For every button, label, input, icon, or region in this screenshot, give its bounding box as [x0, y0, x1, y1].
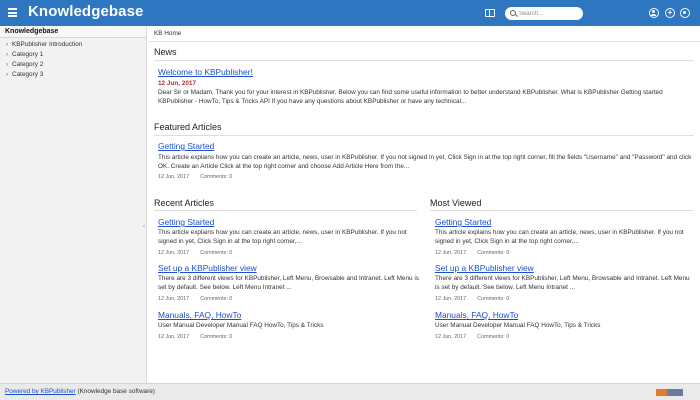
- featured-meta: 12 Jun, 2017 Comments: 0: [158, 174, 232, 180]
- recent-item-title-link[interactable]: Set up a KBPublisher view: [158, 263, 257, 273]
- footer: Powered by KBPublisher (Knowledge base s…: [0, 383, 700, 400]
- sidebar-item-label: Category 1: [12, 51, 44, 58]
- gear-icon[interactable]: [680, 8, 690, 18]
- news-title-link[interactable]: Welcome to KBPublisher!: [158, 67, 253, 77]
- recent-item-body: User Manual Developer Manual FAQ HowTo, …: [158, 322, 324, 329]
- sidebar-item-category-1[interactable]: › Category 1: [0, 50, 146, 60]
- most-viewed-item-title-link[interactable]: Getting Started: [435, 217, 491, 227]
- sidebar-item-label: Category 2: [12, 61, 44, 68]
- most-viewed-item-body: There are 3 different views for KBPublis…: [435, 275, 690, 291]
- article-comments: Comments: 0: [200, 296, 233, 302]
- sidebar-item-category-2[interactable]: › Category 2: [0, 60, 146, 70]
- divider: [430, 210, 693, 211]
- recent-heading: Recent Articles: [154, 198, 215, 208]
- most-viewed-item-meta: 12 Jun, 2017 Comments: 0: [435, 296, 509, 302]
- book-icon[interactable]: [485, 9, 495, 17]
- article-date: 12 Jun, 2017: [158, 296, 190, 302]
- divider: [154, 60, 694, 61]
- article-date: 12 Jun, 2017: [158, 250, 190, 256]
- divider: [154, 210, 417, 211]
- breadcrumb[interactable]: KB Home: [154, 30, 181, 37]
- recent-item-meta: 12 Jun, 2017 Comments: 0: [158, 296, 232, 302]
- search-icon[interactable]: [510, 10, 516, 16]
- recent-item-body: There are 3 different views for KBPublis…: [158, 275, 419, 291]
- recent-item-body: This article explains how you can create…: [158, 229, 407, 245]
- top-bar: Knowledgebase +: [0, 0, 700, 26]
- article-comments: Comments: 0: [477, 250, 510, 256]
- rss-badge-icon[interactable]: [656, 389, 683, 396]
- sidebar-collapse-icon[interactable]: ‹: [143, 224, 145, 230]
- search-box[interactable]: [505, 7, 583, 20]
- sidebar-item-label: Category 3: [12, 71, 44, 78]
- most-viewed-item-meta: 12 Jun, 2017 Comments: 0: [435, 334, 509, 340]
- article-date: 12 Jun, 2017: [435, 296, 467, 302]
- article-comments: Comments: 0: [477, 334, 510, 340]
- news-body: Dear Sir or Madam, Thank you for your in…: [158, 89, 663, 105]
- sidebar-item-kbpublisher-introduction[interactable]: › KBPublisher Introduction: [0, 40, 146, 50]
- app-title[interactable]: Knowledgebase: [28, 3, 144, 20]
- recent-item-meta: 12 Jun, 2017 Comments: 0: [158, 250, 232, 256]
- most-viewed-heading: Most Viewed: [430, 198, 482, 208]
- divider: [148, 41, 700, 42]
- article-comments: Comments: 0: [200, 250, 233, 256]
- recent-item-title-link[interactable]: Getting Started: [158, 217, 214, 227]
- powered-by-link[interactable]: Powered by KBPublisher: [5, 388, 76, 395]
- featured-heading: Featured Articles: [154, 122, 222, 132]
- footer-text: Powered by KBPublisher (Knowledge base s…: [5, 388, 155, 395]
- divider: [154, 135, 694, 136]
- article-date: 12 Jun, 2017: [435, 250, 467, 256]
- plus-icon[interactable]: +: [665, 8, 675, 18]
- most-viewed-item-title-link[interactable]: Manuals, FAQ, HowTo: [435, 310, 518, 320]
- news-date: 12 Jun, 2017: [158, 80, 197, 87]
- search-input[interactable]: [519, 7, 581, 20]
- featured-body: This article explains how you can create…: [158, 154, 692, 170]
- most-viewed-item-body: User Manual Developer Manual FAQ HowTo, …: [435, 322, 601, 329]
- recent-item-meta: 12 Jun, 2017 Comments: 0: [158, 334, 232, 340]
- article-comments: Comments: 0: [477, 296, 510, 302]
- most-viewed-item-meta: 12 Jun, 2017 Comments: 0: [435, 250, 509, 256]
- most-viewed-item-body: This article explains how you can create…: [435, 229, 684, 245]
- sidebar-list: › KBPublisher Introduction › Category 1 › C…: [0, 38, 146, 80]
- sidebar-item-label: KBPublisher Introduction: [12, 41, 83, 48]
- sidebar-title: Knowledgebase: [0, 26, 146, 38]
- recent-item-title-link[interactable]: Manuals, FAQ, HowTo: [158, 310, 241, 320]
- featured-title-link[interactable]: Getting Started: [158, 141, 214, 151]
- article-date: 12 Jun, 2017: [158, 334, 190, 340]
- menu-icon[interactable]: [8, 8, 17, 17]
- most-viewed-item-title-link[interactable]: Set up a KBPublisher view: [435, 263, 534, 273]
- article-date: 12 Jun, 2017: [435, 334, 467, 340]
- footer-suffix: (Knowledge base software): [75, 388, 155, 395]
- news-heading: News: [154, 47, 177, 57]
- article-comments: Comments: 0: [200, 174, 233, 180]
- main-content: KB Home News Welcome to KBPublisher! 12 …: [148, 26, 700, 383]
- article-comments: Comments: 0: [200, 334, 233, 340]
- user-icon[interactable]: [649, 8, 659, 18]
- sidebar-item-category-3[interactable]: › Category 3: [0, 70, 146, 80]
- article-date: 12 Jun, 2017: [158, 174, 190, 180]
- sidebar: Knowledgebase › KBPublisher Introduction …: [0, 26, 147, 383]
